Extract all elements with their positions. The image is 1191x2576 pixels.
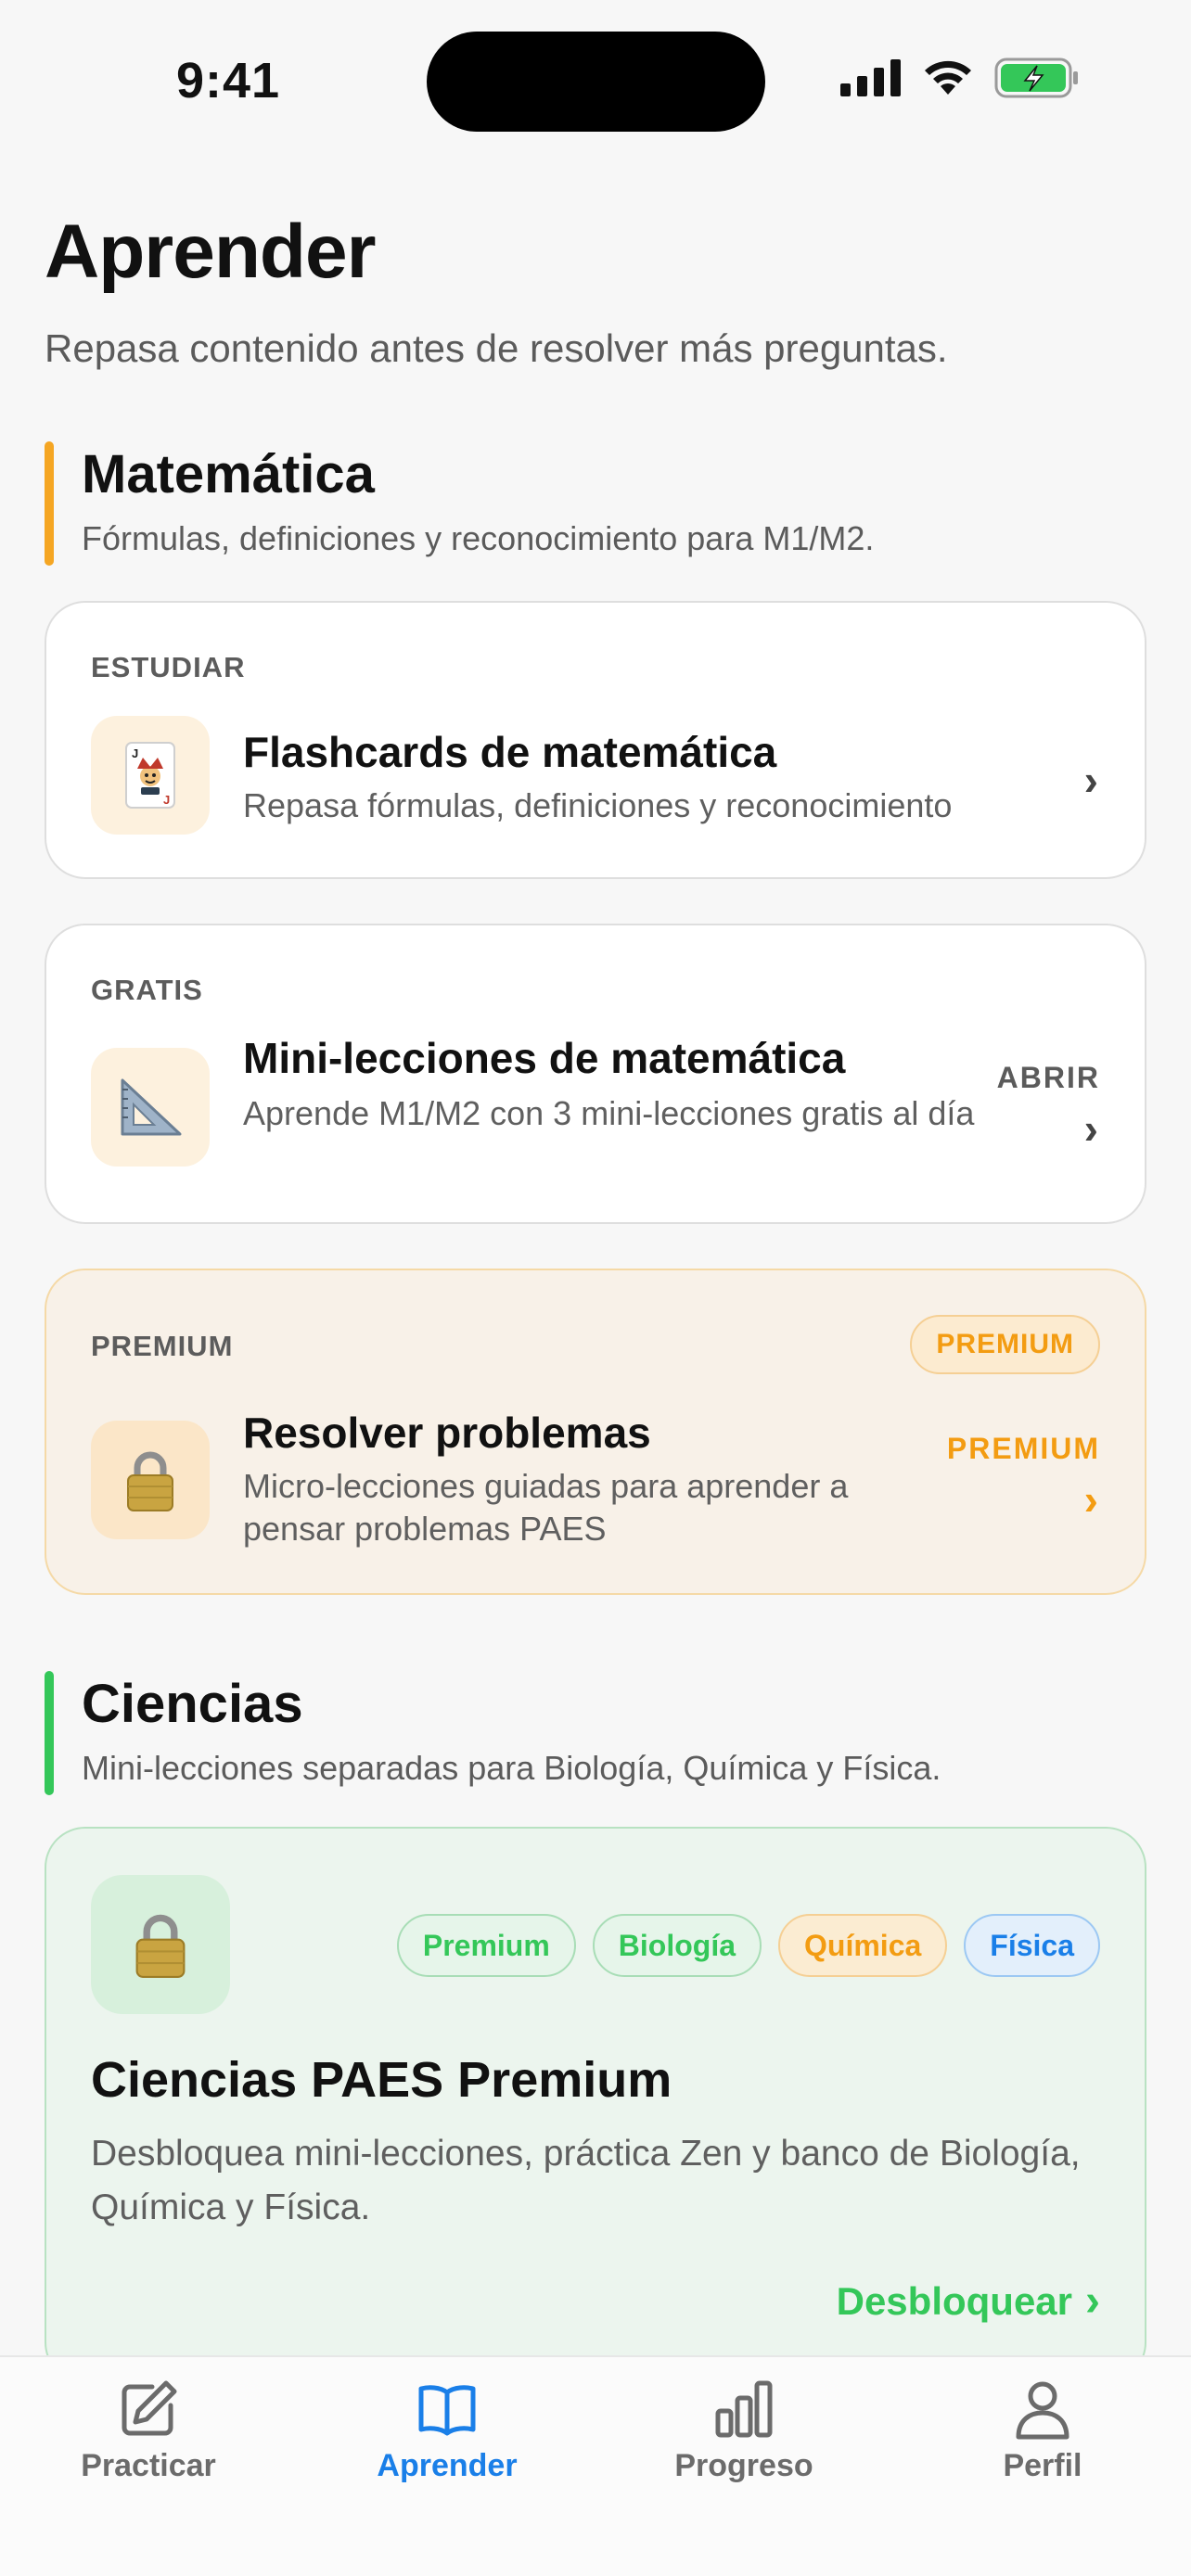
chevron-right-icon: ›	[1085, 2276, 1100, 2326]
unlock-button[interactable]: Desbloquear ›	[837, 2276, 1100, 2327]
page-subtitle: Repasa contenido antes de resolver más p…	[45, 326, 948, 370]
page-title: Aprender	[45, 210, 377, 294]
section-subtitle: Fórmulas, definiciones y reconocimiento …	[82, 519, 875, 557]
card-title: Flashcards de matemática	[243, 728, 777, 776]
chevron-right-icon: ›	[1083, 1475, 1098, 1524]
solve-problems-card[interactable]: PREMIUM PREMIUM Resolver problemas Micro…	[45, 1269, 1146, 1595]
wifi-icon	[925, 60, 971, 95]
triangle-ruler-icon	[91, 1048, 210, 1167]
tag-biology: Biología	[592, 1914, 762, 1977]
card-description: Micro-lecciones guiadas para aprender a …	[243, 1467, 849, 1548]
battery-charging-icon	[994, 57, 1078, 98]
open-book-icon	[418, 2385, 476, 2436]
svg-text:J: J	[132, 746, 138, 760]
card-kicker: GRATIS	[91, 974, 203, 1006]
tab-aprender[interactable]: Aprender	[336, 2376, 558, 2484]
tab-label: Practicar	[81, 2448, 216, 2483]
screen: 9:41 Aprender Repasa contenido antes de …	[0, 0, 1191, 2576]
section-subtitle: Mini-lecciones separadas para Biología, …	[82, 1749, 941, 1787]
bar-chart-icon	[715, 2380, 773, 2438]
tab-label: Aprender	[377, 2448, 518, 2483]
section-accent-bar	[45, 1671, 54, 1795]
section-title: Ciencias	[82, 1674, 303, 1734]
chevron-right-icon: ›	[1083, 1104, 1098, 1153]
tag-premium: Premium	[396, 1914, 576, 1977]
lock-icon	[91, 1875, 230, 2014]
status-bar: 9:41	[0, 0, 1191, 139]
flashcards-card[interactable]: ESTUDIAR J J Flashcards de matemática Re…	[45, 601, 1146, 879]
status-time: 9:41	[176, 53, 281, 108]
card-description: Aprende M1/M2 con 3 mini-lecciones grati…	[243, 1094, 975, 1132]
card-title: Resolver problemas	[243, 1409, 651, 1457]
premium-badge: PREMIUM	[910, 1315, 1100, 1374]
section-title: Matemática	[82, 444, 375, 504]
card-description: Desbloquea mini-lecciones, práctica Zen …	[91, 2134, 1081, 2227]
science-premium-card[interactable]: Premium Biología Química Física Ciencias…	[45, 1827, 1146, 2383]
tab-practicar[interactable]: Practicar	[37, 2376, 260, 2484]
lock-icon	[91, 1421, 210, 1539]
pencil-square-icon	[122, 2380, 177, 2436]
joker-card-icon: J J	[91, 716, 210, 835]
tab-perfil[interactable]: Perfil	[931, 2376, 1154, 2484]
math-mini-lessons-card[interactable]: GRATIS Mini-lecciones de matemática Apre…	[45, 924, 1146, 1224]
person-icon	[1016, 2381, 1069, 2440]
chevron-right-icon: ›	[1083, 756, 1098, 804]
dynamic-island	[427, 32, 765, 132]
premium-label: PREMIUM	[946, 1432, 1100, 1465]
open-label: ABRIR	[996, 1061, 1100, 1094]
tab-bar: Practicar Aprender Progreso Perfil	[0, 2355, 1191, 2576]
tab-label: Progreso	[674, 2448, 813, 2483]
card-title: Ciencias PAES Premium	[91, 2052, 672, 2108]
tag-physics: Física	[964, 1914, 1100, 1977]
tab-label: Perfil	[1003, 2448, 1082, 2483]
section-accent-bar	[45, 441, 54, 566]
tag-chemistry: Química	[778, 1914, 948, 1977]
unlock-label: Desbloquear	[836, 2278, 1073, 2323]
card-kicker: PREMIUM	[91, 1330, 234, 1362]
card-kicker: ESTUDIAR	[91, 651, 246, 683]
subject-tags: Premium Biología Química Física	[396, 1914, 1100, 1977]
status-icons	[840, 57, 1080, 98]
tab-progreso[interactable]: Progreso	[633, 2376, 855, 2484]
card-title: Mini-lecciones de matemática	[243, 1034, 846, 1082]
card-description: Repasa fórmulas, definiciones y reconoci…	[243, 786, 953, 824]
cellular-signal-icon	[840, 59, 901, 96]
svg-text:J: J	[163, 793, 170, 807]
